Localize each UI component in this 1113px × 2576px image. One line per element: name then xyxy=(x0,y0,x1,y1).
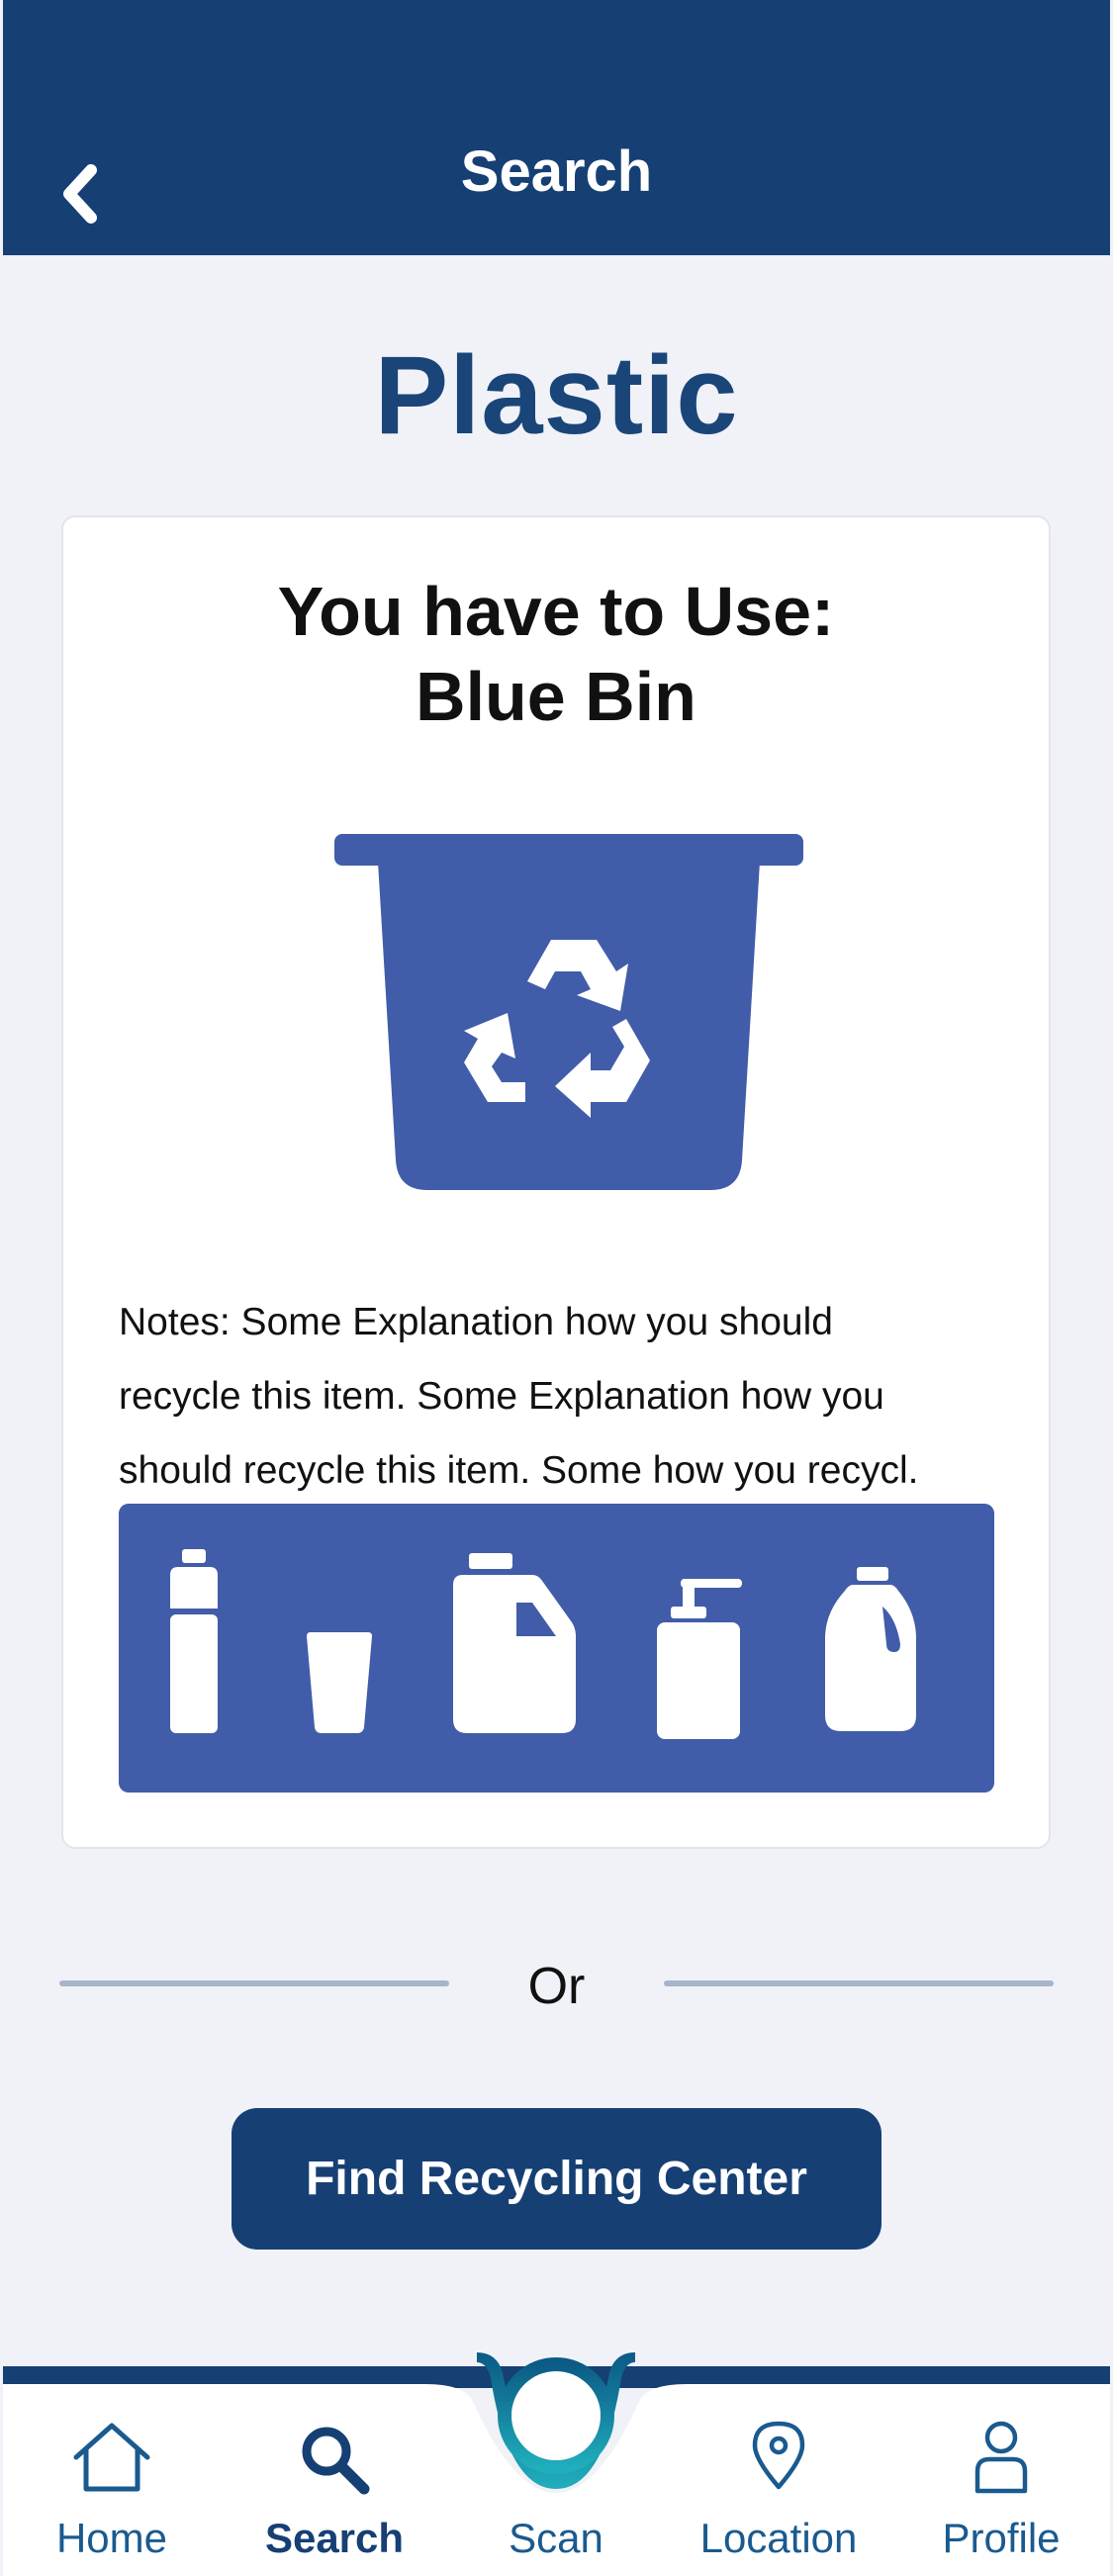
page-title: Plastic xyxy=(374,333,739,457)
jerry-can-icon xyxy=(453,1553,576,1733)
nav-item-scan[interactable]: Scan xyxy=(457,2352,655,2576)
header-title: Search xyxy=(460,139,653,204)
milk-jug-icon xyxy=(825,1567,916,1731)
top-app-bar: Search xyxy=(3,0,1110,255)
scan-icon xyxy=(477,2352,635,2489)
notes-line-3: should recycle this item. Some how you r… xyxy=(119,1449,919,1492)
card-heading: You have to Use: Blue Bin xyxy=(63,569,1049,739)
notes-line-1: Notes: Some Explanation how you should xyxy=(119,1301,833,1343)
disposal-card: You have to Use: Blue Bin Notes: Some Ex… xyxy=(61,515,1051,1849)
nav-item-location[interactable]: Location xyxy=(680,2414,878,2576)
accepted-items-panel xyxy=(119,1504,994,1793)
nav-item-profile[interactable]: Profile xyxy=(902,2414,1100,2576)
recycling-bin-icon xyxy=(334,834,803,1190)
notes-line-2: recycle this item. Some Explanation how … xyxy=(119,1375,884,1418)
or-divider-text: Or xyxy=(527,1958,586,2015)
nav-label-profile: Profile xyxy=(942,2515,1061,2561)
nav-item-search[interactable]: Search xyxy=(235,2414,433,2576)
find-recycling-center-button[interactable]: Find Recycling Center xyxy=(232,2108,881,2250)
card-heading-line2: Blue Bin xyxy=(416,658,696,735)
divider-line-right xyxy=(664,1980,1054,1986)
cup-icon xyxy=(307,1632,372,1733)
nav-label-location: Location xyxy=(699,2515,858,2561)
notes-text: Notes: Some Explanation how you should r… xyxy=(119,1285,1009,1508)
nav-label-scan: Scan xyxy=(509,2515,603,2561)
profile-icon xyxy=(974,2421,1028,2494)
location-pin-icon xyxy=(752,2421,805,2490)
nav-label-home: Home xyxy=(55,2515,168,2561)
search-icon xyxy=(302,2427,370,2495)
nav-item-home[interactable]: Home xyxy=(13,2414,211,2576)
card-heading-line1: You have to Use: xyxy=(277,573,835,650)
pump-bottle-icon xyxy=(657,1579,742,1739)
nav-label-search: Search xyxy=(264,2515,405,2561)
home-icon xyxy=(73,2423,150,2492)
water-bottle-icon xyxy=(170,1549,218,1733)
